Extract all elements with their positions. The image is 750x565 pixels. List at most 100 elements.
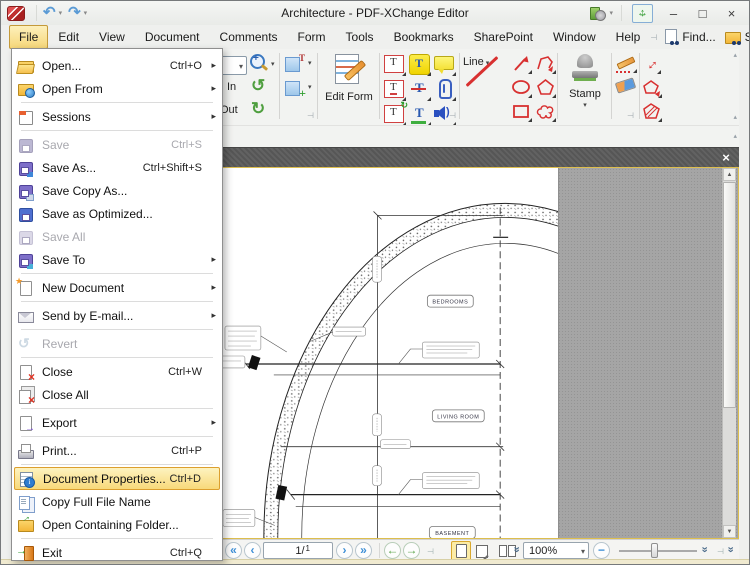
history-back-button[interactable]: ← — [384, 542, 401, 559]
minimize-button[interactable]: – — [659, 4, 688, 23]
line-tool-button[interactable]: Line ▾ — [463, 52, 509, 122]
menu-item-save-all[interactable]: Save All — [12, 225, 222, 248]
menubar-item-view[interactable]: View — [89, 25, 135, 49]
edit-content-caret-icon[interactable]: ▾ — [308, 59, 312, 67]
polygon-line-tool-icon[interactable] — [535, 53, 556, 74]
menu-item-print[interactable]: Print... Ctrl+P — [12, 439, 222, 462]
measure-distance-icon[interactable]: ↔ — [639, 52, 662, 75]
menu-item-open-from[interactable]: Open From ▸ — [12, 77, 222, 100]
menubar-item-bookmarks[interactable]: Bookmarks — [384, 25, 464, 49]
zoom-tool-icon[interactable]: + — [249, 53, 269, 73]
rotate-text-tool-icon[interactable]: ↻ — [383, 100, 408, 126]
menu-item-open[interactable]: Open... Ctrl+O ▸ — [12, 54, 222, 77]
zoom-out-button[interactable]: − — [593, 542, 610, 559]
maximize-button[interactable]: □ — [688, 4, 717, 23]
menu-item-revert[interactable]: Revert — [12, 332, 222, 355]
scrollbar-thumb[interactable] — [723, 182, 736, 408]
fullscreen-button[interactable]: ↔ ↕ — [632, 3, 653, 23]
sticky-note-icon[interactable] — [433, 53, 456, 76]
menubar-item-help[interactable]: Help — [606, 25, 651, 49]
menu-item-new-document[interactable]: New Document ▸ — [12, 276, 222, 299]
add-content-icon[interactable] — [285, 78, 306, 101]
edit-form-button[interactable]: Edit Form — [321, 52, 377, 122]
underline-text-icon[interactable] — [408, 103, 431, 126]
close-document-icon[interactable]: × — [717, 150, 735, 166]
undo-dropdown-caret-icon[interactable]: ▾ — [58, 9, 67, 17]
arrow-tool-icon[interactable] — [511, 53, 532, 74]
more-tools-chevron-icon[interactable]: » — [725, 546, 737, 552]
page-number-field[interactable]: 1/1 — [263, 542, 333, 559]
menu-item-send-by-email[interactable]: Send by E-mail... ▸ — [12, 304, 222, 327]
menubar-item-file[interactable]: File — [9, 25, 49, 49]
zoom-tool-caret-icon[interactable]: ▾ — [271, 60, 275, 68]
pentagon-tool-icon[interactable] — [535, 77, 556, 98]
undo-icon[interactable]: ↶ — [41, 3, 58, 23]
zoom-options-chevron-icon[interactable]: » — [699, 546, 711, 552]
menu-item-save[interactable]: Save Ctrl+S — [12, 133, 222, 156]
page-total: 1 — [305, 544, 310, 553]
select-text-tool-icon[interactable] — [383, 53, 406, 76]
edit-image-text-icon[interactable] — [285, 53, 306, 75]
menubar-item-comments[interactable]: Comments — [210, 25, 288, 49]
next-page-button[interactable]: › — [336, 542, 353, 559]
highlight-text-icon[interactable] — [408, 53, 431, 76]
menu-item-sessions[interactable]: Sessions ▸ — [12, 105, 222, 128]
menubar-item-edit[interactable]: Edit — [48, 25, 89, 49]
first-page-button[interactable]: « — [225, 542, 242, 559]
add-content-caret-icon[interactable]: ▾ — [308, 83, 312, 91]
history-forward-button[interactable]: → — [403, 542, 420, 559]
oval-tool-icon[interactable] — [511, 77, 532, 98]
menu-item-close-all[interactable]: Close All — [12, 383, 222, 407]
menubar-item-window[interactable]: Window — [543, 25, 606, 49]
menu-item-save-as[interactable]: Save As... Ctrl+Shift+S — [12, 156, 222, 179]
fit-page-layout-button[interactable] — [472, 541, 492, 561]
eraser-tool-icon[interactable] — [615, 77, 637, 93]
previous-page-button[interactable]: ‹ — [244, 542, 261, 559]
search-button[interactable]: Search... — [745, 30, 749, 44]
find-button[interactable]: Find... — [682, 30, 715, 44]
last-page-button[interactable]: » — [355, 542, 372, 559]
scroll-down-icon[interactable]: ▼ — [723, 525, 736, 538]
pencil-tool-icon[interactable] — [615, 55, 637, 73]
stamp-button[interactable]: Stamp ▾ — [560, 52, 610, 122]
collapse-toolbar-icon[interactable]: ▴ — [733, 132, 737, 140]
menubar-item-sharepoint[interactable]: SharePoint — [464, 25, 543, 49]
measure-area-icon[interactable] — [641, 101, 662, 122]
zoom-slider-track[interactable] — [619, 550, 697, 552]
attach-file-icon[interactable] — [433, 78, 456, 101]
menubar-item-tools[interactable]: Tools — [336, 25, 384, 49]
single-page-layout-button[interactable] — [451, 541, 471, 561]
cloud-tool-icon[interactable] — [535, 101, 556, 122]
scroll-up-icon[interactable]: ▲ — [723, 168, 736, 181]
menu-item-save-to[interactable]: Save To ▸ — [12, 248, 222, 271]
customize-dropdown-caret-icon[interactable]: ▾ — [608, 9, 617, 17]
pdf-page[interactable]: BEDROOMS LIVING ROOM BASEMENT — [213, 168, 559, 538]
rotate-cw-icon[interactable]: ↻ — [251, 100, 265, 117]
menubar-item-document[interactable]: Document — [135, 25, 210, 49]
zoom-select[interactable]: 100% ▾ — [523, 542, 589, 559]
collapse-toolbar-icon[interactable]: ▴ — [733, 113, 737, 121]
vertical-scrollbar[interactable]: ▲ ▼ — [722, 168, 736, 538]
menu-item-document-properties[interactable]: Document Properties...Ctrl+D — [14, 467, 220, 490]
menu-item-open-containing-folder[interactable]: Open Containing Folder... — [12, 513, 222, 536]
redo-dropdown-caret-icon[interactable]: ▾ — [83, 9, 92, 17]
zoom-slider-thumb[interactable] — [651, 543, 658, 558]
measure-perimeter-icon[interactable] — [641, 77, 662, 98]
menubar-item-form[interactable]: Form — [288, 25, 336, 49]
menu-item-copy-full-file-name[interactable]: Copy Full File Name — [12, 490, 222, 513]
menu-item-save-as-optimized[interactable]: Save as Optimized... — [12, 202, 222, 225]
collapse-toolbar-icon[interactable]: ▴ — [733, 51, 737, 59]
layout-options-chevron-icon[interactable]: » — [511, 546, 523, 552]
menu-item-save-copy-as[interactable]: Save Copy As... — [12, 179, 222, 202]
menu-item-export[interactable]: Export ▸ — [12, 411, 222, 434]
strikeout-text-icon[interactable] — [408, 78, 431, 101]
redo-icon[interactable]: ↷ — [66, 3, 83, 23]
edit-text-tool-icon[interactable] — [383, 78, 406, 101]
rotate-ccw-icon[interactable]: ↺ — [251, 77, 265, 94]
menu-item-close[interactable]: Close Ctrl+W — [12, 360, 222, 384]
customize-toolbars-icon[interactable] — [589, 6, 607, 21]
close-window-button[interactable]: × — [717, 4, 746, 23]
rectangle-tool-icon[interactable] — [511, 101, 532, 122]
zoom-in-label[interactable]: In — [227, 81, 236, 93]
menu-item-exit[interactable]: Exit Ctrl+Q — [12, 541, 222, 564]
